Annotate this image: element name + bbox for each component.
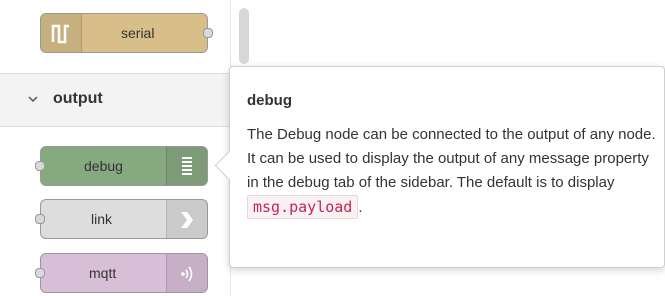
input-port[interactable] bbox=[35, 161, 45, 171]
tooltip-title: debug bbox=[247, 92, 292, 109]
palette-node-mqtt[interactable]: mqtt bbox=[40, 253, 208, 293]
tooltip-body: The Debug node can be connected to the o… bbox=[247, 123, 659, 220]
input-port[interactable] bbox=[35, 214, 45, 224]
chevron-down-icon bbox=[28, 96, 38, 103]
mqtt-signal-icon bbox=[166, 254, 207, 292]
code-snippet: msg.payload bbox=[247, 195, 359, 219]
input-port[interactable] bbox=[35, 268, 45, 278]
category-label: output bbox=[53, 90, 103, 107]
node-label: link bbox=[91, 211, 113, 227]
serial-wave-icon bbox=[41, 14, 82, 52]
node-red-palette-view: serial output debug link mqtt debug The … bbox=[0, 0, 665, 296]
category-header-output[interactable]: output bbox=[0, 73, 230, 127]
output-port[interactable] bbox=[203, 28, 213, 38]
scrollbar-thumb[interactable] bbox=[239, 8, 249, 64]
node-label: debug bbox=[84, 158, 123, 174]
node-label: serial bbox=[121, 25, 155, 41]
tooltip-body-suffix: . bbox=[358, 199, 363, 216]
debug-list-icon bbox=[166, 147, 207, 185]
node-label: mqtt bbox=[89, 265, 117, 281]
palette-node-debug[interactable]: debug bbox=[40, 146, 208, 186]
tooltip-body-text: The Debug node can be connected to the o… bbox=[247, 126, 656, 191]
node-palette: serial output debug link mqtt bbox=[0, 0, 230, 296]
palette-node-serial[interactable]: serial bbox=[40, 13, 208, 53]
link-out-arrow-icon bbox=[166, 200, 207, 238]
palette-node-link[interactable]: link bbox=[40, 199, 208, 239]
node-help-tooltip: debug The Debug node can be connected to… bbox=[214, 66, 665, 268]
